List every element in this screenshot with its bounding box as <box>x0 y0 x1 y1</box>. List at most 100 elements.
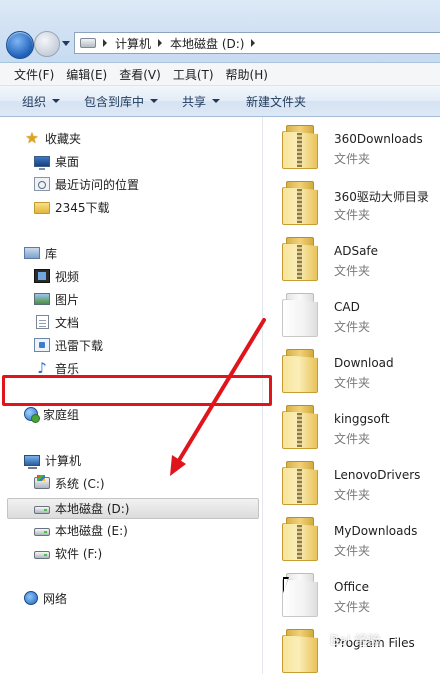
folder-icon <box>282 125 318 169</box>
file-type: 文件夹 <box>334 152 371 166</box>
computer-header[interactable]: 计算机 <box>24 450 81 470</box>
forward-button[interactable] <box>34 31 60 57</box>
nav-item-label: 桌面 <box>55 154 80 169</box>
recent-places-icon <box>34 177 50 191</box>
network-label: 网络 <box>43 591 68 606</box>
library-icon <box>24 247 40 259</box>
favorites-header[interactable]: ★ 收藏夹 <box>24 128 81 148</box>
music-icon: ♪ <box>37 359 47 377</box>
file-type: 文件夹 <box>334 376 371 390</box>
nav-item-drive-e[interactable]: 本地磁盘 (E:) <box>34 520 128 540</box>
file-name: CAD <box>334 300 360 314</box>
file-type: 文件夹 <box>334 432 371 446</box>
menu-view[interactable]: 查看(V) <box>114 66 168 83</box>
file-name: Download <box>334 356 394 370</box>
back-button[interactable] <box>6 31 34 59</box>
document-icon <box>36 315 49 329</box>
nav-item-videos[interactable]: 视频 <box>34 266 79 286</box>
libraries-label: 库 <box>45 246 58 261</box>
file-type: 文件夹 <box>334 264 371 278</box>
breadcrumb-drive-d[interactable]: 本地磁盘 (D:) <box>170 35 244 52</box>
file-type: 文件夹 <box>334 488 371 502</box>
nav-item-label: 软件 (F:) <box>55 546 103 561</box>
breadcrumb-arrow-icon[interactable] <box>251 39 256 47</box>
list-item[interactable]: CAD 文件夹 <box>263 285 440 341</box>
file-name: 360Downloads <box>334 132 423 146</box>
list-item[interactable]: Office 文件夹 <box>263 565 440 621</box>
nav-item-label: 系统 (C:) <box>55 476 105 491</box>
nav-item-label: 2345下载 <box>55 200 110 215</box>
new-folder-button[interactable]: 新建文件夹 <box>246 93 306 110</box>
drive-icon <box>80 38 96 48</box>
folder-icon <box>34 201 50 214</box>
nav-item-label: 迅雷下载 <box>55 338 104 353</box>
nav-item-pictures[interactable]: 图片 <box>34 289 79 309</box>
video-icon <box>34 269 50 283</box>
organize-button[interactable]: 组织 <box>22 93 61 110</box>
menu-file[interactable]: 文件(F) <box>0 66 61 83</box>
file-name: kinggsoft <box>334 412 390 426</box>
file-name: ADSafe <box>334 244 379 258</box>
file-name: 360驱动大师目录 <box>334 190 429 204</box>
picture-icon <box>34 293 50 305</box>
chevron-down-icon <box>212 99 221 103</box>
file-type: 文件夹 <box>334 208 371 222</box>
chevron-down-icon <box>52 99 61 103</box>
chevron-down-icon <box>150 99 159 103</box>
desktop-icon <box>34 156 50 170</box>
list-item[interactable]: 360Downloads 文件夹 <box>263 117 440 173</box>
list-item[interactable]: 360驱动大师目录 文件夹 <box>263 173 440 229</box>
menu-edit[interactable]: 编辑(E) <box>61 66 114 83</box>
download-icon <box>34 338 50 352</box>
nav-item-recent-places[interactable]: 最近访问的位置 <box>34 174 139 194</box>
star-icon: ★ <box>25 129 39 147</box>
nav-item-drive-c[interactable]: 系统 (C:) <box>34 473 105 493</box>
nav-item-desktop[interactable]: 桌面 <box>34 151 79 171</box>
nav-item-documents[interactable]: 文档 <box>34 312 79 332</box>
list-item[interactable]: LenovoDrivers 文件夹 <box>263 453 440 509</box>
network-icon <box>24 591 38 605</box>
nav-item-drive-f[interactable]: 软件 (F:) <box>34 543 102 563</box>
favorites-label: 收藏夹 <box>45 131 82 146</box>
network-header[interactable]: 网络 <box>24 588 67 608</box>
recent-pages-dropdown[interactable] <box>62 41 70 46</box>
nav-item-label: 图片 <box>55 292 80 307</box>
nav-item-label: 本地磁盘 (D:) <box>55 501 130 516</box>
libraries-header[interactable]: 库 <box>24 243 57 263</box>
share-label: 共享 <box>182 94 207 109</box>
computer-icon <box>24 454 40 469</box>
breadcrumb-arrow-icon[interactable] <box>103 39 107 47</box>
homegroup-header[interactable]: 家庭组 <box>24 404 79 424</box>
address-bar[interactable]: 计算机 本地磁盘 (D:) <box>74 32 440 54</box>
file-type: 文件夹 <box>334 320 371 334</box>
list-item[interactable]: ADSafe 文件夹 <box>263 229 440 285</box>
folder-icon <box>282 237 318 281</box>
breadcrumb-computer[interactable]: 计算机 <box>115 35 151 52</box>
nav-item-label: 最近访问的位置 <box>55 177 140 192</box>
system-drive-icon <box>34 475 50 489</box>
new-folder-label: 新建文件夹 <box>246 94 307 109</box>
list-item[interactable]: Download 文件夹 <box>263 341 440 397</box>
include-in-library-label: 包含到库中 <box>84 94 145 109</box>
nav-item-thunder-downloads[interactable]: 迅雷下载 <box>34 335 103 355</box>
watermark: Bai 经验 <box>330 634 381 649</box>
nav-item-2345-downloads[interactable]: 2345下载 <box>34 197 110 217</box>
menu-tools[interactable]: 工具(T) <box>168 66 221 83</box>
include-in-library-button[interactable]: 包含到库中 <box>84 93 159 110</box>
folder-icon <box>282 461 318 505</box>
breadcrumb-arrow-icon[interactable] <box>158 39 163 47</box>
folder-icon <box>282 293 318 337</box>
share-button[interactable]: 共享 <box>182 93 221 110</box>
folder-icon <box>282 629 318 673</box>
menu-help[interactable]: 帮助(H) <box>221 66 275 83</box>
folder-icon <box>282 405 318 449</box>
nav-item-drive-d[interactable]: 本地磁盘 (D:) <box>34 498 129 518</box>
list-item[interactable]: MyDownloads 文件夹 <box>263 509 440 565</box>
file-name: MyDownloads <box>334 524 418 538</box>
drive-icon <box>34 506 50 514</box>
folder-icon <box>282 517 318 561</box>
file-name: Office <box>334 580 370 594</box>
list-item[interactable]: kinggsoft 文件夹 <box>263 397 440 453</box>
mouse-cursor-icon <box>283 577 289 593</box>
address-strip: 计算机 本地磁盘 (D:) <box>0 0 440 63</box>
